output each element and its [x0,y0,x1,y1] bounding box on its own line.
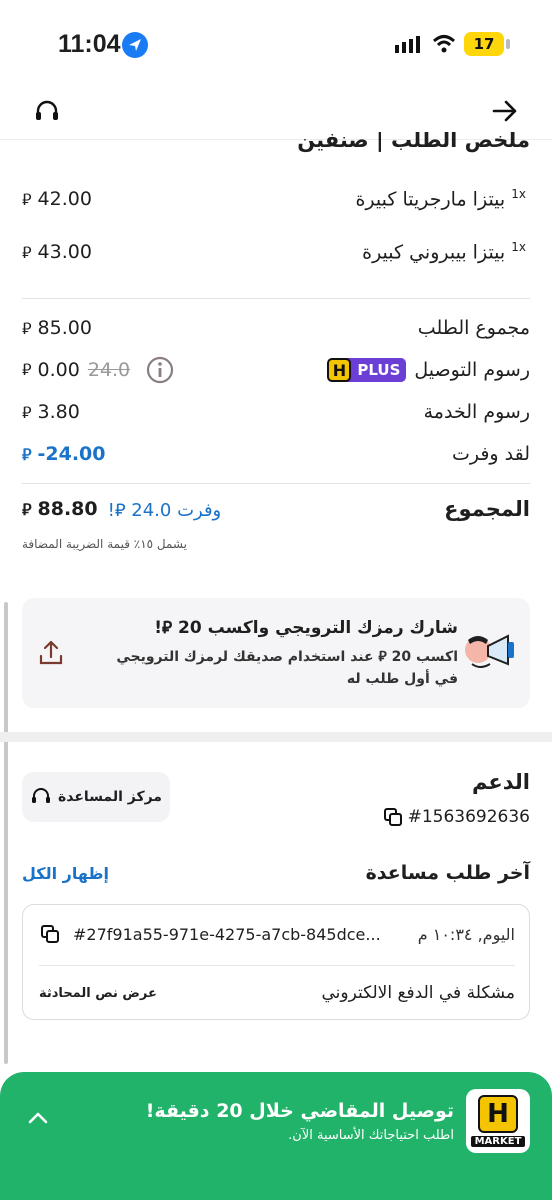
location-icon [122,32,148,58]
service-label: رسوم الخدمة [423,401,530,423]
view-transcript-link[interactable]: عرض نص المحادثة [39,986,157,1001]
delivery-row: ⃁ 0.00 24.0 H PLUS رسوم التوصيل [22,355,530,385]
battery-level: 17 [473,35,495,53]
total-label: المجموع [444,497,530,521]
hmarket-logo: H MARKET [466,1089,530,1153]
help-center-button[interactable]: مركز المساعدة [22,772,170,822]
banner-subtitle: اطلب احتياجاتك الأساسية الآن. [288,1128,454,1143]
item-qty: 1x [511,240,526,255]
chevron-up-icon[interactable] [26,1106,50,1134]
section-divider [0,732,552,742]
subtotal-label: مجموع الطلب [417,317,530,339]
item-price: ⃁ 42.00 [22,188,92,210]
divider [22,483,530,484]
copy-icon[interactable] [382,806,404,828]
item-name: بيتزا بيبروني كبيرة [362,241,506,264]
wifi-icon [432,34,456,58]
total-saved: وفرت 24.0 ⃁! [107,499,222,521]
arrow-right-icon[interactable] [490,96,520,130]
market-banner[interactable]: توصيل المقاضي خلال 20 دقيقة! اطلب احتياج… [0,1072,552,1200]
promo-title: شارك رمزك الترويجي واكسب 20 ⃁! [154,618,458,638]
share-icon[interactable] [36,638,66,672]
delivery-value: 0.00 [37,359,80,381]
megaphone-icon [462,630,518,678]
item-qty: 1x [511,187,526,202]
list-item: ⃁ 43.00 1x بيتزا بيبروني كبيرة [22,237,530,267]
ticket-id: #27f91a55-971e-4275-a7cb-845dce... [73,924,381,944]
plus-badge-text: PLUS [357,361,401,379]
saved-label: لقد وفرت [451,443,530,465]
signal-icon [395,35,423,57]
scrollbar[interactable] [4,602,8,1064]
info-icon[interactable] [146,356,174,384]
hmarket-logo-text: MARKET [470,1136,526,1147]
ticket-subject: مشكلة في الدفع الالكتروني [321,983,515,1003]
divider [22,298,530,299]
help-center-label: مركز المساعدة [58,789,162,805]
status-bar: 11:04 17 [0,0,552,92]
hmarket-logo-letter: H [478,1095,518,1133]
battery-icon: 17 [464,32,504,56]
service-row: ⃁ 3.80 رسوم الخدمة [22,397,530,427]
order-summary-title: ملخص الطلب | صنفين [297,132,530,152]
promo-card[interactable]: شارك رمزك الترويجي واكسب 20 ⃁! اكسب 20 ⃁… [22,598,530,708]
list-item: ⃁ 42.00 1x بيتزا مارجريتا كبيرة [22,184,530,214]
plus-badge: H PLUS [327,358,407,382]
plus-badge-logo: H [327,358,352,382]
headset-icon [30,786,52,808]
item-name: بيتزا مارجريتا كبيرة [355,188,506,211]
total-value: ⃁ 88.80 [22,498,98,520]
vat-note: يشمل ١٥٪ قيمة الضريبة المضافة [22,537,187,551]
show-all-link[interactable]: إظهار الكل [22,864,109,883]
ticket-card[interactable]: #27f91a55-971e-4275-a7cb-845dce... اليوم… [22,904,530,1020]
headset-icon[interactable] [33,98,61,130]
delivery-old-value: 24.0 [87,359,131,381]
total-row: ⃁ 88.80 وفرت 24.0 ⃁! المجموع [22,494,530,524]
status-time: 11:04 [58,30,121,58]
support-order-id: #1563692636 [382,806,530,828]
item-price: ⃁ 43.00 [22,241,92,263]
subtotal-value: ⃁ 85.00 [22,317,92,339]
saved-value: ⃁ -24.00 [22,443,106,465]
copy-icon[interactable] [39,923,61,945]
promo-body: اكسب 20 ⃁ عند استخدام صديقك لرمزك التروي… [116,649,458,687]
delivery-label: رسوم التوصيل [414,359,530,381]
banner-title: توصيل المقاضي خلال 20 دقيقة! [145,1100,454,1122]
service-value: ⃁ 3.80 [22,401,80,423]
subtotal-row: ⃁ 85.00 مجموع الطلب [22,313,530,343]
ticket-date: اليوم, ١٠:٣٤ م [417,924,515,944]
saved-row: ⃁ -24.00 لقد وفرت [22,439,530,469]
support-title: الدعم [471,770,530,794]
recent-help-title: آخر طلب مساعدة [365,862,530,884]
